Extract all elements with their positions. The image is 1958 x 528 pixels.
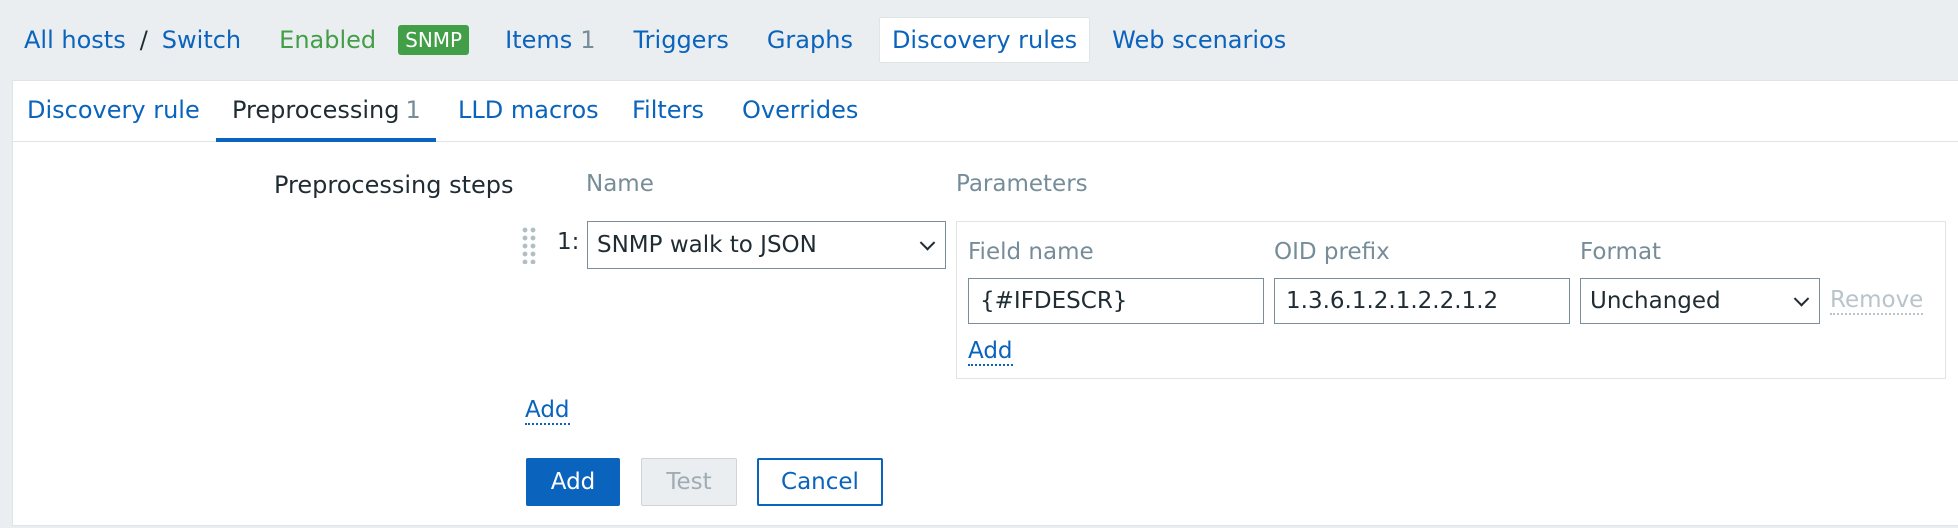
step-number: 1: (557, 229, 580, 255)
drag-handle-icon[interactable] (521, 226, 537, 264)
host-nav-triggers[interactable]: Triggers (634, 26, 729, 54)
tab-filters[interactable]: Filters (632, 81, 704, 142)
tab-lld-macros[interactable]: LLD macros (458, 81, 599, 142)
discovery-rule-form: Discovery rule Preprocessing 1 LLD macros… (12, 80, 1958, 526)
add-parameter-link[interactable]: Add (968, 338, 1013, 366)
format-select[interactable]: Unchanged (1580, 278, 1820, 324)
add-button[interactable]: Add (526, 458, 620, 506)
format-header: Format (1580, 239, 1662, 265)
step-parameters-box: Field name OID prefix Format {#IFDESCR} … (956, 221, 1946, 379)
tab-label: Preprocessing (232, 96, 400, 124)
oid-prefix-value: 1.3.6.1.2.1.2.2.1.2 (1286, 288, 1499, 314)
column-parameters-header: Parameters (956, 171, 1088, 197)
add-step-link[interactable]: Add (525, 397, 570, 425)
items-label: Items (505, 26, 573, 54)
chevron-down-icon (919, 235, 936, 251)
step-type-select[interactable]: SNMP walk to JSON (587, 221, 946, 269)
breadcrumb-separator: / (139, 26, 148, 54)
field-name-header: Field name (968, 239, 1094, 265)
host-nav-web-scenarios[interactable]: Web scenarios (1112, 26, 1286, 54)
breadcrumb-host[interactable]: Switch (162, 26, 241, 54)
chevron-down-icon (1793, 291, 1810, 307)
tab-preprocessing[interactable]: Preprocessing 1 (216, 81, 436, 142)
remove-parameter-link[interactable]: Remove (1830, 287, 1924, 315)
field-name-value: {#IFDESCR} (980, 288, 1128, 314)
cancel-button[interactable]: Cancel (757, 458, 883, 506)
host-navigation: All hosts / Switch Enabled SNMP Items 1 T… (0, 0, 1958, 80)
tab-label: LLD macros (458, 96, 599, 124)
tab-discovery-rule[interactable]: Discovery rule (27, 81, 200, 142)
test-button[interactable]: Test (641, 458, 737, 506)
tab-count: 1 (405, 96, 421, 124)
items-count: 1 (580, 26, 596, 54)
host-nav-discovery-rules[interactable]: Discovery rules (878, 17, 1091, 63)
snmp-badge: SNMP (398, 25, 470, 55)
field-name-input[interactable]: {#IFDESCR} (968, 278, 1264, 324)
form-tabs: Discovery rule Preprocessing 1 LLD macros… (13, 81, 1958, 142)
preprocessing-steps-label: Preprocessing steps (274, 171, 514, 199)
breadcrumb-all-hosts[interactable]: All hosts (24, 26, 126, 54)
format-value: Unchanged (1590, 288, 1721, 314)
tab-label: Overrides (742, 96, 859, 124)
host-nav-items[interactable]: Items 1 (505, 26, 595, 54)
step-type-value: SNMP walk to JSON (597, 232, 817, 258)
oid-prefix-header: OID prefix (1274, 239, 1390, 265)
oid-prefix-input[interactable]: 1.3.6.1.2.1.2.2.1.2 (1274, 278, 1570, 324)
tab-overrides[interactable]: Overrides (742, 81, 858, 142)
tab-label: Discovery rule (27, 96, 200, 124)
host-status-enabled[interactable]: Enabled (279, 26, 376, 54)
column-name-header: Name (586, 171, 654, 197)
host-nav-graphs[interactable]: Graphs (767, 26, 853, 54)
tab-label: Filters (632, 96, 704, 124)
